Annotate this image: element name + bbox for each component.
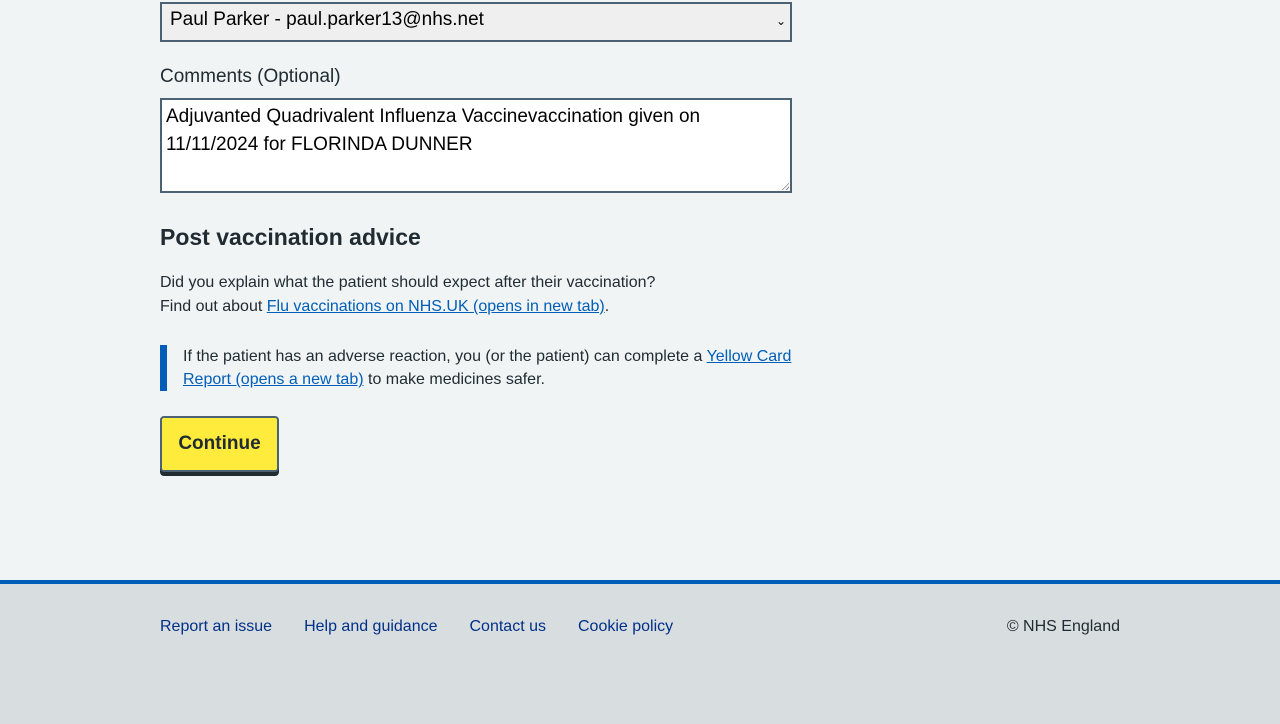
- footer-link-contact[interactable]: Contact us: [470, 618, 546, 636]
- yellow-card-inset: If the patient has an adverse reaction, …: [160, 345, 792, 391]
- resize-handle-icon[interactable]: [781, 182, 789, 190]
- continue-button[interactable]: Continue: [160, 416, 279, 472]
- footer-link-cookie-policy[interactable]: Cookie policy: [578, 618, 673, 636]
- find-out-text: Find out about Flu vaccinations on NHS.U…: [160, 295, 609, 319]
- find-out-prefix: Find out about: [160, 298, 267, 315]
- vaccinator-select[interactable]: Paul Parker - paul.parker13@nhs.net ⌄: [160, 2, 792, 42]
- inset-prefix: If the patient has an adverse reaction, …: [183, 348, 707, 365]
- footer-links: Report an issue Help and guidance Contac…: [160, 618, 673, 636]
- inset-suffix: to make medicines safer.: [368, 371, 545, 388]
- flu-vaccinations-link[interactable]: Flu vaccinations on NHS.UK (opens in new…: [267, 298, 605, 315]
- vaccinator-select-value: Paul Parker - paul.parker13@nhs.net: [170, 9, 484, 30]
- footer: Report an issue Help and guidance Contac…: [0, 580, 1280, 724]
- footer-link-help[interactable]: Help and guidance: [304, 618, 437, 636]
- advice-question: Did you explain what the patient should …: [160, 274, 656, 291]
- footer-link-report-issue[interactable]: Report an issue: [160, 618, 272, 636]
- copyright: © NHS England: [1006, 618, 1120, 635]
- chevron-down-icon: ⌄: [775, 14, 786, 28]
- post-vaccination-heading: Post vaccination advice: [160, 224, 421, 250]
- comments-value: Adjuvanted Quadrivalent Influenza Vaccin…: [166, 106, 701, 155]
- comments-label: Comments (Optional): [160, 66, 341, 87]
- find-out-suffix: .: [604, 298, 610, 315]
- comments-textarea[interactable]: Adjuvanted Quadrivalent Influenza Vaccin…: [160, 98, 792, 193]
